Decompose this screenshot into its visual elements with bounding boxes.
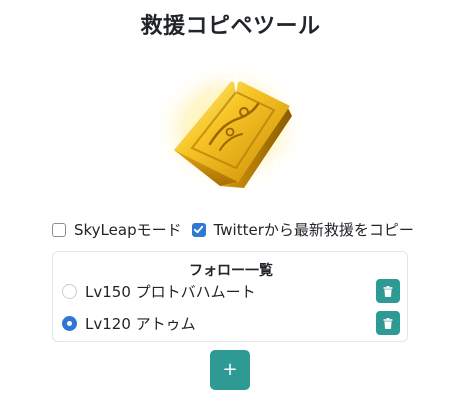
follow-list-title: フォロー一覧 bbox=[189, 263, 273, 279]
options-row: SkyLeapモード Twitterから最新救援をコピー bbox=[52, 219, 414, 240]
gold-bar-image bbox=[150, 58, 310, 198]
follow-item-label: Lv120 アトゥム bbox=[85, 314, 196, 333]
follow-item-label: Lv150 プロトバハムート bbox=[85, 282, 256, 301]
delete-button[interactable] bbox=[376, 279, 400, 303]
follow-list-panel: フォロー一覧 Lv150 プロトバハムート Lv120 アトゥム bbox=[52, 251, 408, 342]
trash-icon bbox=[383, 317, 393, 329]
page-title: 救援コピペツール bbox=[140, 14, 321, 39]
add-button[interactable]: + bbox=[210, 350, 250, 390]
skyleap-checkbox[interactable] bbox=[52, 222, 66, 237]
twitter-copy-checkbox[interactable] bbox=[191, 222, 206, 237]
check-icon bbox=[193, 225, 204, 234]
follow-item-radio[interactable] bbox=[62, 283, 77, 299]
skyleap-label[interactable]: SkyLeapモード bbox=[74, 219, 182, 240]
twitter-copy-label[interactable]: Twitterから最新救援をコピー bbox=[214, 219, 414, 240]
trash-icon bbox=[383, 285, 393, 297]
follow-list-item[interactable]: Lv150 プロトバハムート bbox=[62, 279, 400, 303]
follow-item-radio[interactable] bbox=[62, 315, 77, 331]
delete-button[interactable] bbox=[376, 311, 400, 335]
follow-list-item[interactable]: Lv120 アトゥム bbox=[62, 311, 400, 335]
